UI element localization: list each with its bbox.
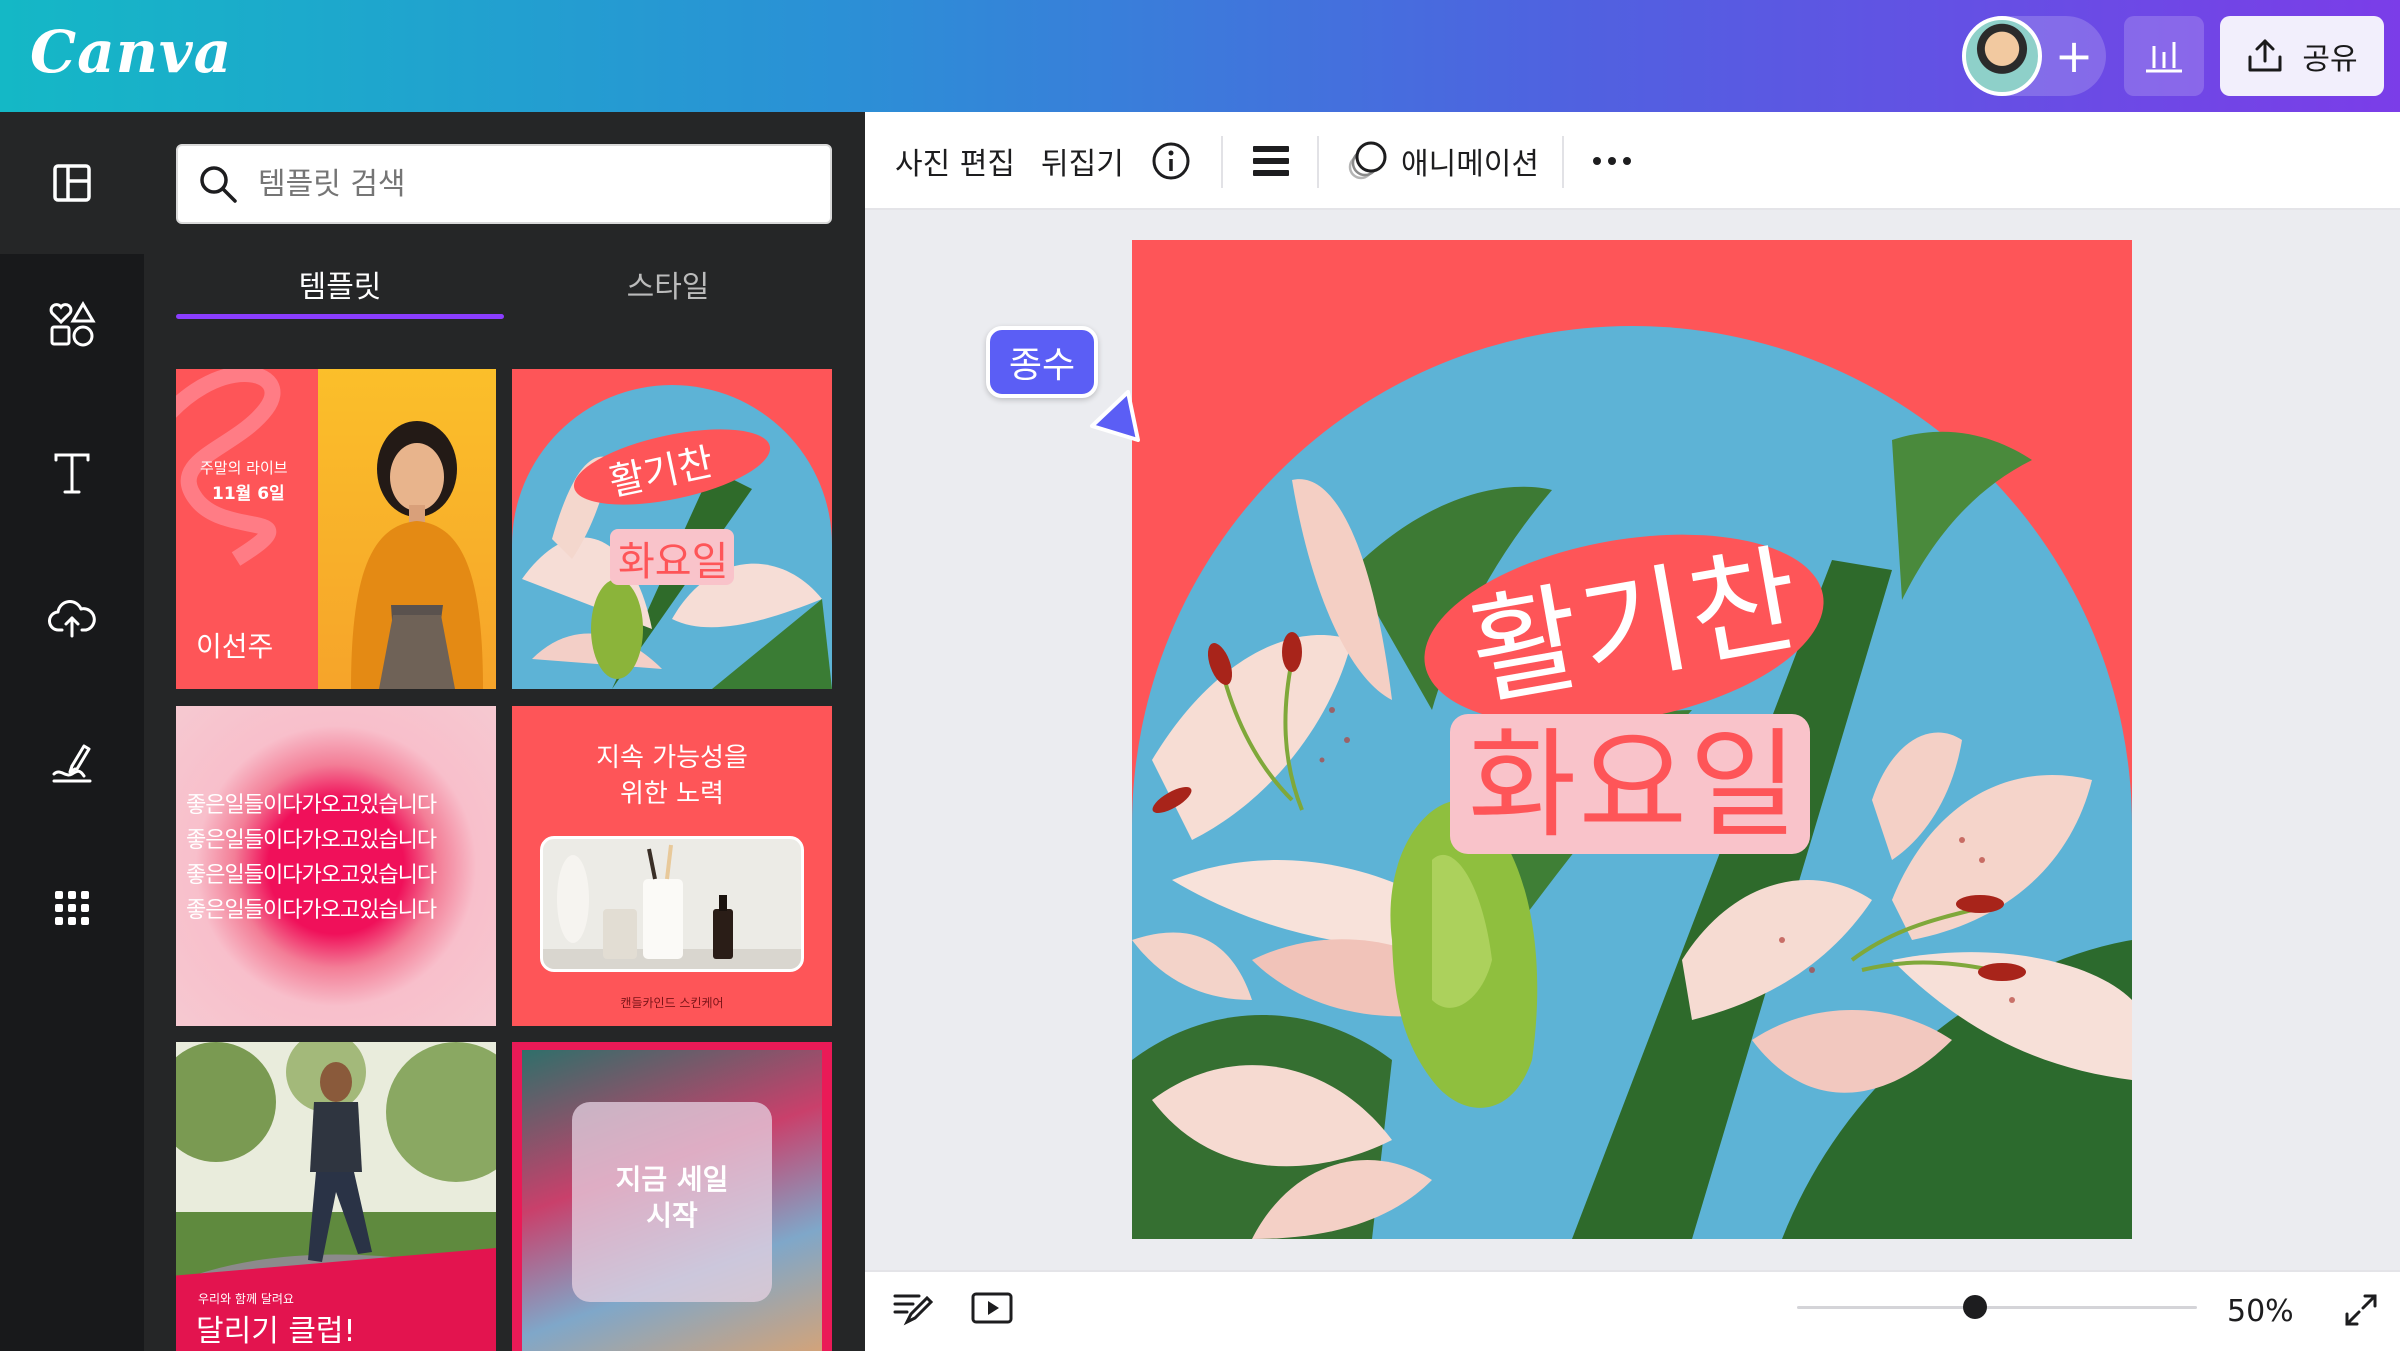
top-bar: Canva + 공유 xyxy=(0,0,2400,112)
info-icon xyxy=(1152,142,1190,180)
notes-button[interactable] xyxy=(893,1290,934,1330)
context-toolbar: 사진 편집 뒤집기 애니메이션 xyxy=(865,112,2400,210)
search-input[interactable] xyxy=(258,166,778,202)
canva-logo[interactable]: Canva xyxy=(30,18,232,86)
zoom-level[interactable]: 50% xyxy=(2227,1294,2294,1329)
more-options-button[interactable] xyxy=(1592,112,1632,210)
template-small-text: 우리와 함께 달려요 xyxy=(198,1292,294,1306)
template-product-photo xyxy=(540,836,804,972)
cloud-upload-icon xyxy=(48,600,96,638)
animate-button[interactable]: 애니메이션 xyxy=(1347,112,1539,210)
edit-photo-button[interactable]: 사진 편집 xyxy=(895,112,1015,210)
template-repeat-text: 좋은일들이다가오고있습니다 좋은일들이다가오고있습니다 좋은일들이다가오고있습니… xyxy=(186,793,437,923)
template-name: 이선주 xyxy=(196,630,274,663)
more-icon xyxy=(1593,157,1631,165)
share-label: 공유 xyxy=(2302,42,2358,77)
animate-icon xyxy=(1348,141,1387,180)
notes-icon xyxy=(893,1294,934,1326)
position-button[interactable] xyxy=(1251,112,1291,210)
template-date: 11월 6일 xyxy=(212,484,285,504)
template-card-sustainability[interactable]: 지속 가능성을 위한 노력 캔들카인드 스킨케어 xyxy=(512,706,832,1026)
text-icon xyxy=(54,453,90,494)
active-tab-indicator xyxy=(176,314,504,319)
rail-text-button[interactable] xyxy=(0,404,144,544)
template-title: 지속 가능성을 위한 노력 xyxy=(596,743,748,809)
search-box[interactable] xyxy=(176,144,832,224)
template-footer: 캔들카인드 스킨케어 xyxy=(620,996,724,1010)
rail-templates[interactable] xyxy=(0,112,144,254)
expand-icon xyxy=(2345,1294,2377,1326)
template-title: 달리기 클럽! xyxy=(196,1314,356,1349)
plus-icon: + xyxy=(2054,29,2094,83)
collaborator-pointer-icon xyxy=(1090,390,1140,442)
template-small-text: 주말의 라이브 xyxy=(200,459,288,477)
draw-icon xyxy=(52,744,92,783)
zoom-slider-track[interactable] xyxy=(1797,1306,2197,1309)
flip-button[interactable]: 뒤집기 xyxy=(1041,112,1124,210)
user-avatar[interactable] xyxy=(1962,16,2042,96)
share-button[interactable]: 공유 xyxy=(2220,16,2384,96)
template-headline-2: 화요일 xyxy=(618,539,729,585)
rail-elements-button[interactable] xyxy=(0,254,144,394)
rail-apps-button[interactable] xyxy=(0,838,144,978)
design-page[interactable]: 활기찬 화요일 xyxy=(1132,240,2132,1239)
bottom-bar: 50% xyxy=(865,1270,2400,1351)
toolbar-divider xyxy=(1317,136,1319,188)
template-card-lily[interactable]: 활기찬 화요일 xyxy=(512,369,832,689)
apps-grid-icon xyxy=(55,891,89,925)
upload-icon xyxy=(2248,39,2282,72)
play-icon xyxy=(971,1292,1013,1324)
insights-button[interactable] xyxy=(2124,16,2204,96)
zoom-slider-thumb[interactable] xyxy=(1963,1295,1987,1319)
toolbar-divider xyxy=(1221,136,1223,188)
present-button[interactable] xyxy=(971,1290,1013,1330)
layers-icon xyxy=(1253,146,1289,176)
template-card-live[interactable]: 주말의 라이브 11월 6일 이선주 xyxy=(176,369,496,689)
search-icon xyxy=(200,166,237,203)
fullscreen-button[interactable] xyxy=(2343,1292,2379,1332)
template-card-good-things[interactable]: 좋은일들이다가오고있습니다 좋은일들이다가오고있습니다 좋은일들이다가오고있습니… xyxy=(176,706,496,1026)
shapes-icon xyxy=(49,301,96,347)
bar-chart-icon xyxy=(2146,42,2182,73)
rail-uploads-button[interactable] xyxy=(0,548,144,688)
tab-styles[interactable]: 스타일 xyxy=(504,262,832,322)
layout-icon xyxy=(53,164,91,202)
tab-templates[interactable]: 템플릿 xyxy=(176,262,504,322)
headline-line-2[interactable]: 화요일 xyxy=(1468,718,1800,852)
animate-label: 애니메이션 xyxy=(1401,147,1539,182)
template-card-sale[interactable]: 지금 세일 시작 xyxy=(512,1042,832,1351)
template-title: 지금 세일 시작 xyxy=(615,1163,729,1232)
person-photo xyxy=(351,421,483,689)
info-button[interactable] xyxy=(1151,112,1191,210)
template-card-running[interactable]: 우리와 함께 달려요 달리기 클럽! xyxy=(176,1042,496,1351)
toolbar-divider xyxy=(1562,136,1564,188)
collaborator-cursor-label: 종수 xyxy=(986,326,1098,398)
rail-draw-button[interactable] xyxy=(0,692,144,832)
add-collaborator-button[interactable]: + xyxy=(2044,26,2104,86)
